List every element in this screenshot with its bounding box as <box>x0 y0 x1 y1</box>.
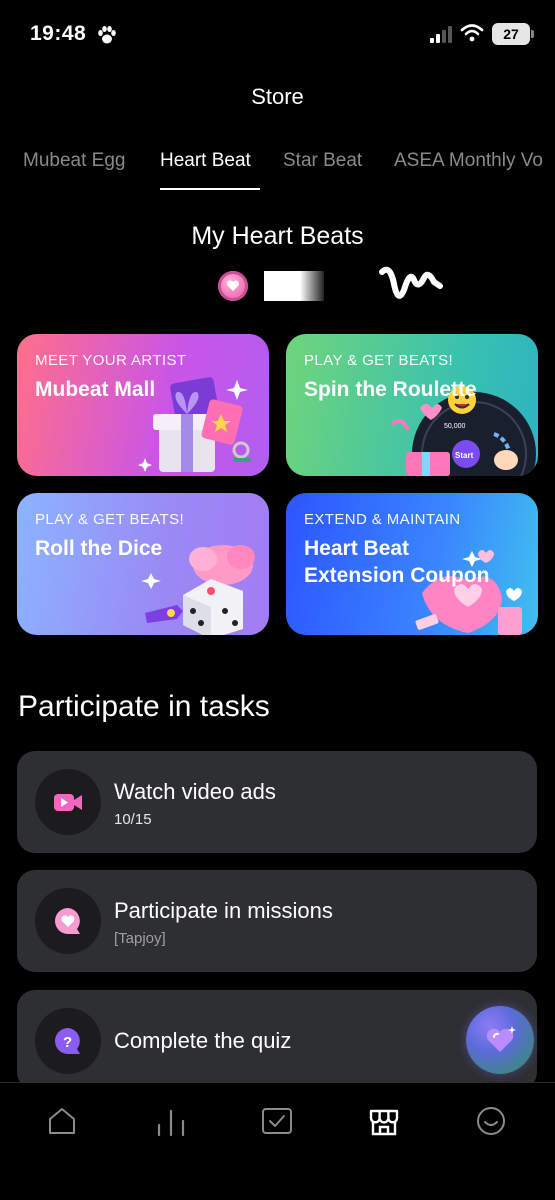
cellular-signal-icon <box>430 26 452 43</box>
roll-dice-card[interactable]: PLAY & GET BEATS! Roll the Dice <box>17 493 269 635</box>
tab-asea-monthly-vote[interactable]: ASEA Monthly Vo <box>394 150 543 172</box>
question-chat-icon: ? <box>35 1008 101 1074</box>
task-name: Participate in missions <box>114 898 333 923</box>
heart-beat-extension-coupon-card[interactable]: EXTEND & MAINTAIN Heart Beat Extension C… <box>286 493 538 635</box>
vote-check-icon[interactable] <box>259 1103 295 1139</box>
store-icon[interactable] <box>366 1103 402 1139</box>
active-tab-indicator <box>160 188 260 190</box>
task-name: Watch video ads <box>114 779 276 804</box>
video-camera-icon <box>35 769 101 835</box>
card-title: Heart Beat Extension Coupon <box>304 535 490 589</box>
tasks-section-title: Participate in tasks <box>18 690 270 723</box>
card-kicker: MEET YOUR ARTIST <box>35 352 187 369</box>
card-title-line-1: Heart Beat <box>304 537 410 560</box>
tab-mubeat-egg[interactable]: Mubeat Egg <box>23 150 125 172</box>
page-title: Store <box>251 84 304 109</box>
status-time: 19:48 <box>30 22 87 45</box>
gift-box-illustration <box>138 377 251 472</box>
paw-icon <box>98 26 116 44</box>
heart-beat-fab[interactable] <box>466 1006 534 1074</box>
spin-roulette-card[interactable]: 50,000 Start PLAY & GET BEATS! Spin the … <box>286 334 538 476</box>
mubeat-mall-card[interactable]: MEET YOUR ARTIST Mubeat Mall <box>17 334 269 476</box>
task-provider: [Tapjoy] <box>114 930 166 947</box>
card-kicker: PLAY & GET BEATS! <box>304 352 454 369</box>
profile-icon[interactable] <box>473 1103 509 1139</box>
my-heart-beats-title: My Heart Beats <box>191 222 364 250</box>
home-icon[interactable] <box>44 1103 80 1139</box>
battery-cap <box>531 30 534 38</box>
roulette-start-label: Start <box>455 451 474 460</box>
task-complete-the-quiz[interactable]: ? Complete the quiz <box>17 990 537 1090</box>
charts-icon[interactable] <box>153 1103 189 1139</box>
bottom-navigation <box>0 1082 555 1200</box>
heart-sparkle-icon <box>486 1026 516 1052</box>
task-progress: 10/15 <box>114 811 152 828</box>
heart-beat-coin-icon <box>218 271 248 301</box>
battery-icon: 27 <box>492 23 530 45</box>
tab-heart-beat[interactable]: Heart Beat <box>160 150 251 172</box>
tab-star-beat[interactable]: Star Beat <box>283 150 362 172</box>
wifi-icon <box>460 24 484 42</box>
status-bar: 19:48 27 <box>0 0 555 70</box>
heart-chat-icon <box>35 888 101 954</box>
balance-redacted <box>264 271 324 301</box>
card-kicker: EXTEND & MAINTAIN <box>304 511 461 528</box>
card-title: Mubeat Mall <box>35 378 156 401</box>
svg-text:?: ? <box>63 1034 72 1051</box>
card-title: Roll the Dice <box>35 537 163 560</box>
card-title-line-2: Extension Coupon <box>304 564 490 587</box>
card-kicker: PLAY & GET BEATS! <box>35 511 185 528</box>
store-tabs: Mubeat Egg Heart Beat Star Beat ASEA Mon… <box>0 146 555 196</box>
task-participate-in-missions[interactable]: Participate in missions [Tapjoy] <box>17 870 537 972</box>
redaction-scribble <box>379 266 443 299</box>
task-watch-video-ads[interactable]: Watch video ads 10/15 <box>17 751 537 853</box>
roulette-prize-label: 50,000 <box>444 423 466 430</box>
card-title: Spin the Roulette <box>304 378 477 401</box>
task-name: Complete the quiz <box>114 1028 292 1053</box>
